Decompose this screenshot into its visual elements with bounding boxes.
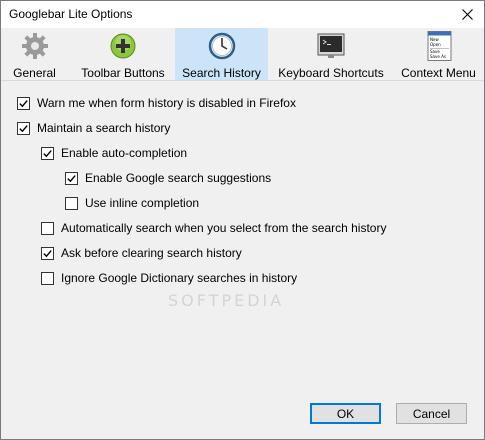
gear-icon [20, 31, 50, 61]
option-label: Enable Google search suggestions [85, 171, 272, 185]
close-icon [461, 9, 473, 20]
option-label: Use inline completion [85, 196, 200, 210]
maintain-search-history-option[interactable]: Maintain a search history [17, 121, 170, 135]
option-label: Warn me when form history is disabled in… [37, 96, 296, 110]
checkmark-icon [19, 124, 28, 132]
option-label: Ask before clearing search history [61, 246, 242, 260]
checkbox[interactable] [41, 271, 54, 285]
tab-label: Toolbar Buttons [81, 66, 165, 80]
watermark: SOFTPEDIA [168, 291, 285, 310]
ask-before-clearing-option[interactable]: Ask before clearing search history [41, 246, 242, 260]
checkbox[interactable] [41, 246, 54, 260]
checkbox[interactable] [41, 146, 54, 160]
checkmark-icon [43, 249, 52, 257]
tab-label: Context Menu [401, 66, 476, 80]
tab-toolbar-buttons[interactable]: Toolbar Buttons [77, 28, 169, 80]
window-title: Googlebar Lite Options [9, 7, 133, 21]
checkbox[interactable] [41, 221, 54, 235]
title-bar: Googlebar Lite Options [1, 1, 484, 28]
search-history-panel: Warn me when form history is disabled in… [1, 81, 484, 439]
tab-context-menu[interactable]: New Open Save Save As Context Menu [398, 28, 479, 80]
enable-auto-completion-option[interactable]: Enable auto-completion [41, 146, 187, 160]
checkbox[interactable] [65, 196, 78, 210]
checkbox[interactable] [65, 171, 78, 185]
cancel-button[interactable]: Cancel [396, 403, 467, 424]
tab-keyboard-shortcuts[interactable]: Keyboard Shortcuts [277, 28, 385, 80]
option-label: Enable auto-completion [61, 146, 188, 160]
options-dialog: Googlebar Lite Options General Toolbar B… [0, 0, 485, 440]
tab-search-history[interactable]: Search History [175, 28, 268, 80]
checkmark-icon [43, 149, 52, 157]
context-menu-icon: New Open Save Save As [424, 31, 454, 61]
enable-google-suggestions-option[interactable]: Enable Google search suggestions [65, 171, 271, 185]
tab-label: General [13, 66, 56, 80]
clock-icon [207, 31, 237, 61]
auto-search-on-select-option[interactable]: Automatically search when you select fro… [41, 221, 386, 235]
option-label: Maintain a search history [37, 121, 171, 135]
plus-icon [108, 31, 138, 61]
checkmark-icon [19, 99, 28, 107]
warn-form-history-option[interactable]: Warn me when form history is disabled in… [17, 96, 296, 110]
close-button[interactable] [450, 1, 484, 28]
options-toolbar: General Toolbar Buttons Search History K… [1, 28, 484, 81]
use-inline-completion-option[interactable]: Use inline completion [65, 196, 199, 210]
ignore-dictionary-searches-option[interactable]: Ignore Google Dictionary searches in his… [41, 271, 297, 285]
option-label: Ignore Google Dictionary searches in his… [61, 271, 298, 285]
tab-general[interactable]: General [9, 28, 60, 80]
ok-button[interactable]: OK [310, 403, 381, 424]
checkbox[interactable] [17, 96, 30, 110]
context-menu-icon-text: Open [430, 42, 441, 47]
checkmark-icon [67, 174, 76, 182]
tab-label: Search History [182, 66, 261, 80]
tab-label: Keyboard Shortcuts [278, 66, 384, 80]
checkbox[interactable] [17, 121, 30, 135]
context-menu-icon-text: Save As [430, 54, 446, 59]
option-label: Automatically search when you select fro… [61, 221, 387, 235]
terminal-icon [316, 31, 346, 61]
